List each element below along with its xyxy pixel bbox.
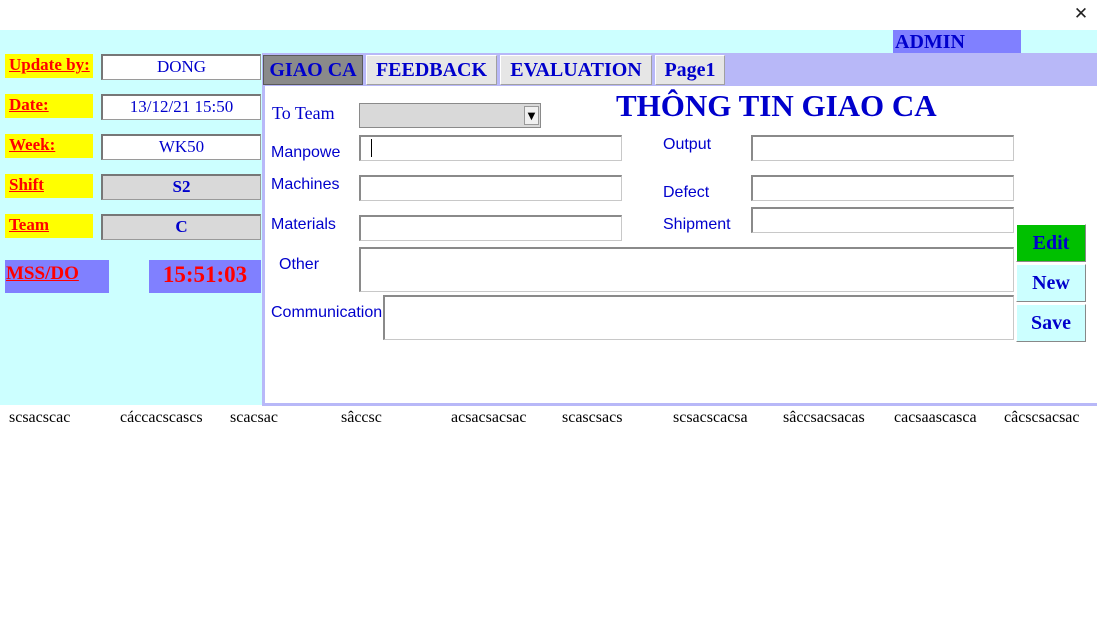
manpower-label: Manpowe (271, 144, 341, 161)
other-label: Other (279, 256, 320, 273)
shift-field[interactable]: S2 (101, 174, 261, 200)
main-panel (262, 86, 1097, 406)
team-field[interactable]: C (101, 214, 261, 240)
list-item[interactable]: cáccacscascs (120, 409, 222, 427)
list-item[interactable]: sâccsacsacas (783, 409, 887, 427)
tab-giao-ca[interactable]: GIAO CA (263, 55, 363, 85)
shift-label: Shift (5, 174, 93, 198)
list-item[interactable]: scascsacs (562, 409, 666, 427)
tab-evaluation[interactable]: EVALUATION (500, 55, 652, 85)
shipment-input[interactable] (751, 207, 1014, 233)
to-team-label: To Team (272, 103, 335, 123)
date-field[interactable]: 13/12/21 15:50 (101, 94, 261, 120)
to-team-select[interactable]: ▼ (359, 103, 541, 128)
save-button[interactable]: Save (1016, 304, 1086, 342)
list-item[interactable]: scsacscacsa (673, 409, 777, 427)
update-by-label: Update by: (5, 54, 93, 78)
edit-button[interactable]: Edit (1016, 224, 1086, 262)
mss-do-link[interactable]: MSS/DO (5, 260, 109, 293)
machines-input[interactable] (359, 175, 622, 201)
list-item[interactable]: scsacscac (9, 409, 113, 427)
team-label: Team (5, 214, 93, 238)
new-button[interactable]: New (1016, 264, 1086, 302)
list-item[interactable]: acsacsacsac (451, 409, 555, 427)
text-caret (371, 139, 372, 157)
machines-label: Machines (271, 176, 340, 193)
other-textarea[interactable] (359, 247, 1014, 292)
week-field[interactable]: WK50 (101, 134, 261, 160)
defect-label: Defect (663, 184, 710, 201)
update-by-field[interactable]: DONG (101, 54, 261, 80)
list-item[interactable]: cacsaascasca (894, 409, 998, 427)
date-label: Date: (5, 94, 93, 118)
dropdown-arrow-icon[interactable]: ▼ (524, 106, 539, 125)
close-button[interactable]: ✕ (1068, 2, 1094, 26)
defect-input[interactable] (751, 175, 1014, 201)
output-label: Output (663, 136, 712, 153)
list-item[interactable]: sâccsc (341, 409, 445, 427)
manpower-input[interactable] (359, 135, 622, 161)
clock-display: 15:51:03 (149, 260, 261, 293)
materials-label: Materials (271, 216, 336, 233)
tab-feedback[interactable]: FEEDBACK (366, 55, 497, 85)
tab-page1[interactable]: Page1 (655, 55, 725, 85)
week-label: Week: (5, 134, 93, 158)
communication-textarea[interactable] (383, 295, 1014, 340)
list-item[interactable]: câcscsacsac (1004, 409, 1097, 427)
shipment-label: Shipment (663, 216, 731, 233)
page-title: THÔNG TIN GIAO CA (616, 88, 937, 123)
admin-badge: ADMIN (893, 30, 1021, 53)
materials-input[interactable] (359, 215, 622, 241)
communication-label: Communication (271, 304, 383, 321)
list-item[interactable]: scacsac (230, 409, 334, 427)
output-input[interactable] (751, 135, 1014, 161)
